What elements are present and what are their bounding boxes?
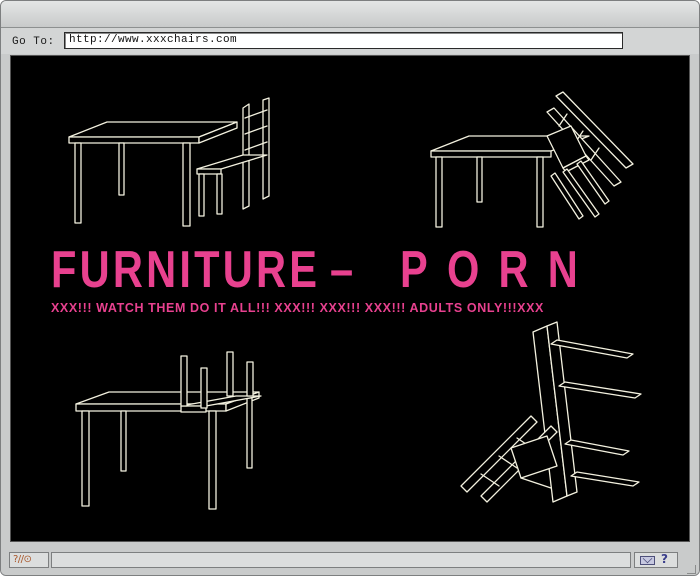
- page-viewport: FURNITURE – PORN XXX!!! WATCH THEM DO IT…: [10, 55, 690, 542]
- help-icon[interactable]: ?: [661, 552, 668, 566]
- status-bar: ?//⊙ ?: [1, 543, 699, 575]
- title-bar[interactable]: [1, 1, 699, 28]
- goto-label: Go To:: [12, 36, 55, 48]
- security-glyph: ?//⊙: [13, 554, 32, 565]
- chair-upside-down-on-table-illustration: [75, 351, 262, 510]
- url-text: http://www.xxxchairs.com: [69, 34, 238, 46]
- resize-grip[interactable]: [687, 565, 696, 574]
- address-bar: Go To: http://www.xxxchairs.com: [1, 28, 699, 54]
- security-icon[interactable]: ?//⊙: [9, 552, 49, 568]
- url-input[interactable]: http://www.xxxchairs.com: [64, 32, 623, 49]
- status-icons: ?: [634, 552, 678, 568]
- status-text-field: [51, 552, 631, 568]
- furniture-illustrations: [68, 91, 642, 510]
- tagline: XXX!!! WATCH THEM DO IT ALL!!! XXX!!! XX…: [51, 301, 544, 315]
- headline-furniture: FURNITURE: [51, 241, 321, 299]
- headline-porn: PORN: [400, 241, 597, 299]
- headline-dash: –: [330, 241, 354, 299]
- page-headline: FURNITURE – PORN: [51, 242, 651, 298]
- chair-tipped-over-table-illustration: [430, 91, 634, 228]
- browser-window: Go To: http://www.xxxchairs.com FURNITUR…: [0, 0, 700, 576]
- table-and-chair-tumbled-illustration: [460, 321, 642, 503]
- mail-icon[interactable]: [640, 556, 655, 565]
- table-and-chair-illustration: [68, 97, 270, 227]
